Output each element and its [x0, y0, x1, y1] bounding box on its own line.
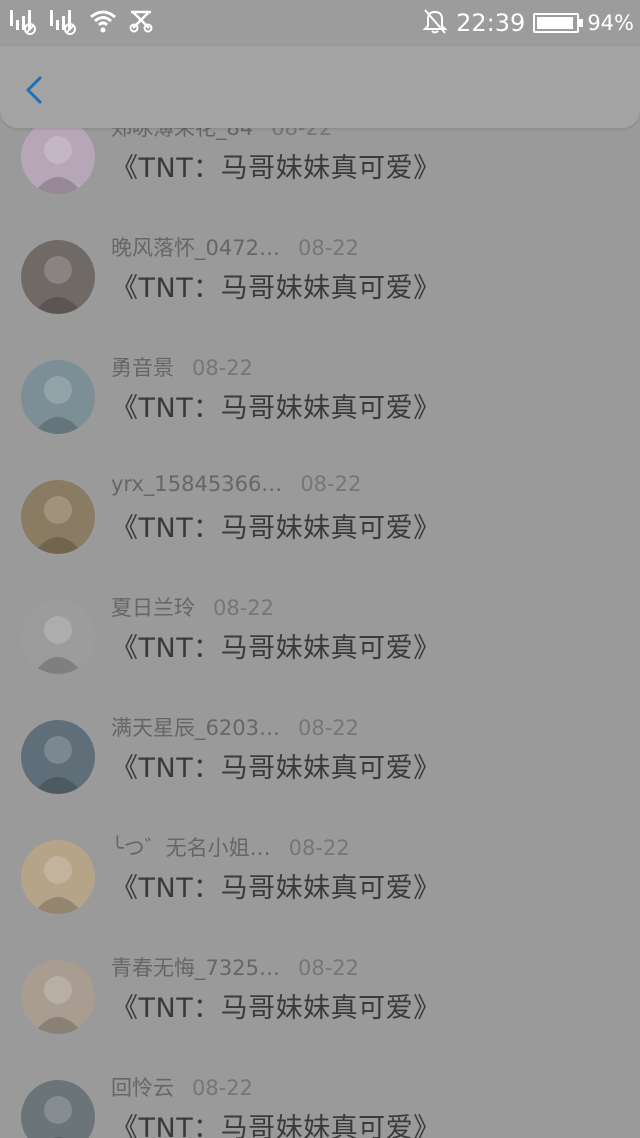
message-text: 《TNT：马哥妹妹真可爱》 — [111, 513, 441, 544]
post-date: 08-22 — [288, 836, 350, 860]
list-item[interactable]: 满天星辰_6203… 08-22 《TNT：马哥妹妹真可爱》 — [0, 708, 640, 828]
avatar[interactable] — [21, 240, 95, 314]
post-date: 08-22 — [213, 596, 275, 620]
avatar[interactable] — [21, 120, 95, 194]
post-date: 08-22 — [192, 356, 254, 380]
back-button[interactable] — [14, 70, 54, 110]
post-date: 08-22 — [297, 956, 359, 980]
user-name[interactable]: 回怜云 — [111, 1072, 174, 1102]
list-item[interactable]: 青春无悔_7325… 08-22 《TNT：马哥妹妹真可爱》 — [0, 948, 640, 1068]
avatar[interactable] — [21, 360, 95, 434]
user-name[interactable]: 勇音景 — [111, 352, 174, 382]
user-name[interactable]: ╰つ゛无名小姐… — [111, 832, 271, 862]
message-text: 《TNT：马哥妹妹真可爱》 — [111, 1113, 441, 1138]
post-date: 08-22 — [297, 236, 359, 260]
list-item[interactable]: 晚风落怀_0472… 08-22 《TNT：马哥妹妹真可爱》 — [0, 228, 640, 348]
avatar[interactable] — [21, 720, 95, 794]
list-item[interactable]: yrx_15845366… 08-22 《TNT：马哥妹妹真可爱》 — [0, 468, 640, 588]
message-text: 《TNT：马哥妹妹真可爱》 — [111, 153, 441, 184]
post-date: 08-22 — [192, 1076, 254, 1100]
avatar[interactable] — [21, 960, 95, 1034]
user-name[interactable]: 夏日兰玲 — [111, 592, 195, 622]
message-text: 《TNT：马哥妹妹真可爱》 — [111, 393, 441, 424]
post-date: 08-22 — [297, 716, 359, 740]
avatar[interactable] — [21, 1080, 95, 1138]
message-text: 《TNT：马哥妹妹真可爱》 — [111, 993, 441, 1024]
message-list[interactable]: 郑咏薄采花_84 08-22 《TNT：马哥妹妹真可爱》 晚风落怀_0472… 08-2… — [0, 0, 640, 1138]
avatar[interactable] — [21, 480, 95, 554]
user-name[interactable]: yrx_15845366… — [111, 472, 282, 496]
user-name[interactable]: 青春无悔_7325… — [111, 952, 280, 982]
list-item[interactable]: 回怜云 08-22 《TNT：马哥妹妹真可爱》 — [0, 1068, 640, 1138]
list-item[interactable]: 夏日兰玲 08-22 《TNT：马哥妹妹真可爱》 — [0, 588, 640, 708]
list-item[interactable]: 勇音景 08-22 《TNT：马哥妹妹真可爱》 — [0, 348, 640, 468]
user-name[interactable]: 满天星辰_6203… — [111, 712, 280, 742]
message-text: 《TNT：马哥妹妹真可爱》 — [111, 633, 441, 664]
message-text: 《TNT：马哥妹妹真可爱》 — [111, 753, 441, 784]
user-name[interactable]: 晚风落怀_0472… — [111, 232, 280, 262]
chevron-left-icon — [26, 76, 42, 104]
message-text: 《TNT：马哥妹妹真可爱》 — [111, 873, 441, 904]
top-header — [0, 46, 640, 128]
post-date: 08-22 — [300, 472, 362, 496]
avatar[interactable] — [21, 600, 95, 674]
avatar[interactable] — [21, 840, 95, 914]
list-item[interactable]: ╰つ゛无名小姐… 08-22 《TNT：马哥妹妹真可爱》 — [0, 828, 640, 948]
message-text: 《TNT：马哥妹妹真可爱》 — [111, 273, 441, 304]
